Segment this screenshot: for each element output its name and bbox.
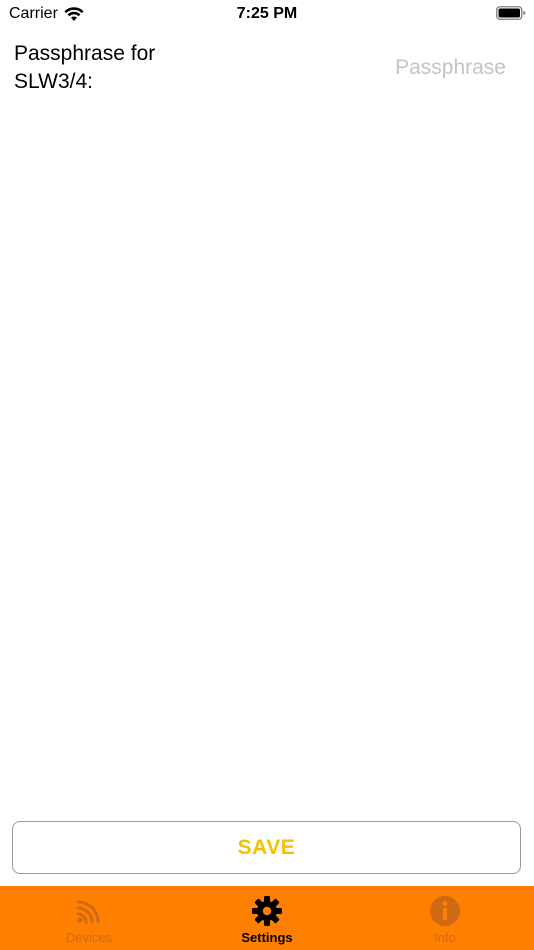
save-button[interactable]: SAVE: [12, 821, 521, 874]
tab-devices[interactable]: Devices: [0, 886, 178, 950]
tab-settings[interactable]: Settings: [178, 886, 356, 950]
tab-settings-label: Settings: [241, 930, 293, 945]
battery-icon: [496, 6, 526, 20]
tab-info[interactable]: Info: [356, 886, 534, 950]
tab-devices-label: Devices: [65, 930, 113, 945]
gear-icon: [252, 896, 282, 926]
info-icon: [430, 896, 460, 926]
tab-info-label: Info: [434, 930, 456, 945]
clock: 7:25 PM: [236, 5, 298, 22]
settings-screen: Carrier 7:25 PM Passphrase for SLW3/4: S…: [0, 0, 534, 950]
passphrase-label: Passphrase for SLW3/4:: [14, 42, 156, 93]
tab-bar: Devices Settings Info: [0, 886, 534, 950]
passphrase-input[interactable]: [300, 52, 510, 84]
signal-waves-icon: [76, 900, 100, 924]
status-bar: Carrier 7:25 PM: [0, 0, 534, 28]
